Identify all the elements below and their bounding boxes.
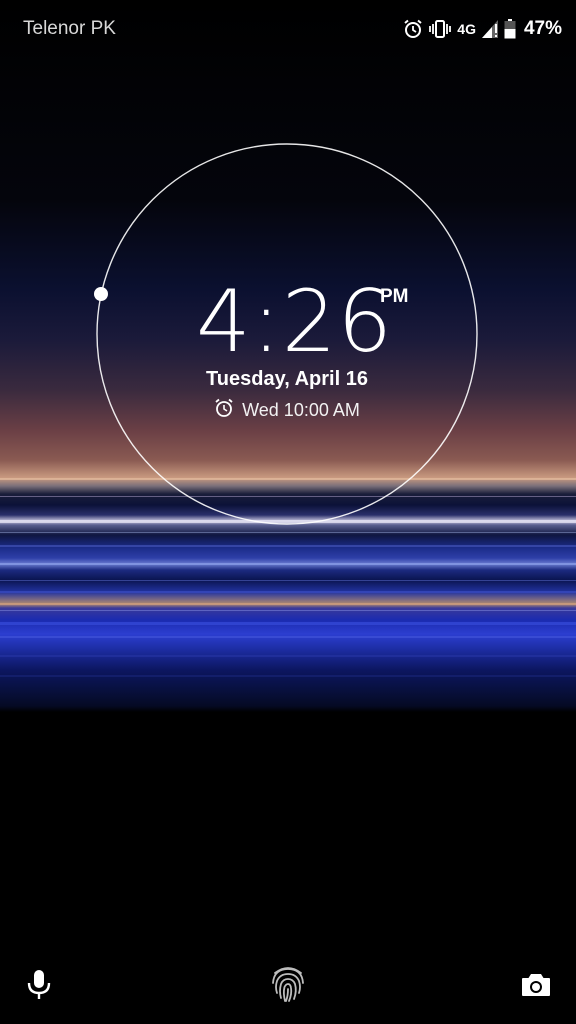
- battery-percent: 47%: [523, 18, 562, 39]
- lock-screen: Telenor PK 4G 47% 4:26 PM Tuesday, April…: [0, 0, 576, 1024]
- status-icons: 4G 47%: [403, 16, 562, 42]
- next-alarm: Wed 10:00 AM: [96, 398, 478, 423]
- clock-ampm: PM: [380, 286, 409, 307]
- signal-icon: [481, 20, 498, 38]
- battery-icon: [504, 19, 516, 39]
- next-alarm-text: Wed 10:00 AM: [242, 400, 360, 420]
- camera-icon[interactable]: [521, 972, 551, 1003]
- status-bar: Telenor PK 4G 47%: [0, 0, 576, 58]
- carrier-name: Telenor PK: [23, 18, 116, 39]
- clock-time: 4:26: [196, 272, 394, 372]
- vibrate-icon: [429, 19, 452, 39]
- alarm-icon: [403, 19, 423, 39]
- clock[interactable]: 4:26 PM: [96, 272, 478, 372]
- network-type: 4G: [457, 21, 476, 37]
- fingerprint-icon[interactable]: [269, 963, 307, 1008]
- microphone-icon[interactable]: [26, 969, 52, 1006]
- alarm-clock-icon: [214, 398, 234, 423]
- clock-date: Tuesday, April 16: [206, 368, 368, 390]
